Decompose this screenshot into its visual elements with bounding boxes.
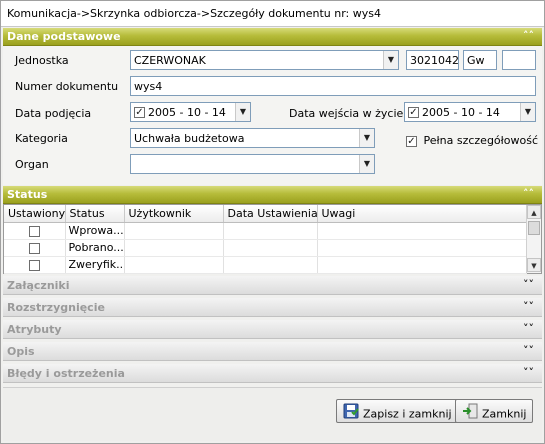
section-title: Błędy i ostrzeżenia	[7, 367, 125, 380]
section-title: Opis	[7, 345, 35, 358]
status-grid: Ustawiony Status Użytkownik Data Ustawie…	[3, 204, 542, 274]
user-cell	[124, 239, 224, 257]
exit-icon	[462, 403, 478, 422]
jednostka-type-value: Gw	[467, 54, 485, 67]
column-header[interactable]: Data Ustawienia	[223, 205, 318, 223]
column-header[interactable]: Uwagi	[317, 205, 527, 223]
save-icon	[343, 403, 359, 422]
section-header-status[interactable]: Status ˄˄	[3, 186, 542, 204]
notes-cell	[317, 239, 527, 257]
section-opis[interactable]: Opis ˅˅	[3, 342, 542, 361]
data-wejscia-value: 2005 - 10 - 14	[422, 106, 500, 119]
jednostka-value: CZERWONAK	[134, 54, 206, 67]
scroll-thumb[interactable]	[528, 221, 540, 235]
notes-cell	[317, 256, 527, 274]
section-rozstrzygniecie[interactable]: Rozstrzygnięcie ˅˅	[3, 298, 542, 317]
chevron-up-double-icon[interactable]: ˄˄	[523, 187, 534, 200]
section-title: Rozstrzygnięcie	[7, 301, 105, 314]
jednostka-code-field[interactable]: 3021042	[406, 50, 459, 70]
pelna-label: Pełna szczegółowość	[423, 134, 539, 147]
document-details-window: Komunikacja->Skrzynka odbiorcza->Szczegó…	[0, 0, 545, 444]
pelna-checkbox-box[interactable]: ✓	[406, 135, 417, 147]
section-bledy-i-ostrzezenia[interactable]: Błędy i ostrzeżenia ˅˅	[3, 364, 542, 383]
numer-dokumentu-input[interactable]: wys4	[130, 76, 536, 96]
dropdown-arrow-icon[interactable]: ▼	[383, 51, 398, 69]
label-data-wejscia: Data wejścia w życie	[289, 107, 404, 120]
chevron-down-double-icon[interactable]: ˅˅	[523, 344, 534, 357]
breadcrumb: Komunikacja->Skrzynka odbiorcza->Szczegó…	[1, 1, 544, 27]
section-title: Status	[7, 188, 48, 201]
column-header[interactable]: Użytkownik	[124, 205, 224, 223]
dropdown-arrow-icon[interactable]: ▼	[235, 103, 250, 121]
status-table: Ustawiony Status Użytkownik Data Ustawie…	[4, 205, 527, 274]
dropdown-arrow-icon[interactable]: ▼	[359, 155, 374, 173]
numer-dokumentu-value: wys4	[134, 80, 163, 93]
chevron-up-double-icon[interactable]: ˄˄	[523, 29, 534, 42]
scroll-up-icon[interactable]: ▲	[527, 205, 541, 219]
user-cell	[124, 222, 224, 240]
label-numer-dokumentu: Numer dokumentu	[15, 80, 119, 93]
data-podjecia-checkbox[interactable]: ✓	[134, 106, 145, 118]
label-kategoria: Kategoria	[15, 132, 68, 145]
status-cell: Wprowa...	[65, 222, 125, 240]
data-podjecia-picker[interactable]: ✓ 2005 - 10 - 14 ▼	[130, 102, 251, 122]
date-cell	[223, 239, 318, 257]
pelna-szczegolowosc-checkbox[interactable]: ✓ Pełna szczegółowość	[406, 134, 538, 147]
section-atrybuty[interactable]: Atrybuty ˅˅	[3, 320, 542, 339]
status-cell: Zweryfik...	[65, 256, 125, 274]
chevron-down-double-icon[interactable]: ˅˅	[523, 322, 534, 335]
section-header-dane-podstawowe[interactable]: Dane podstawowe ˄˄	[3, 28, 542, 46]
dane-podstawowe-panel: Jednostka CZERWONAK ▼ 3021042 Gw Numer d…	[3, 46, 542, 185]
kategoria-combo[interactable]: Uchwała budżetowa ▼	[130, 128, 375, 148]
organ-combo[interactable]: ▼	[130, 154, 375, 174]
date-cell	[223, 222, 318, 240]
column-header[interactable]: Ustawiony	[4, 205, 66, 223]
dropdown-arrow-icon[interactable]: ▼	[359, 129, 374, 147]
chevron-down-double-icon[interactable]: ˅˅	[523, 300, 534, 313]
status-cell: Pobrano...	[65, 239, 125, 257]
section-title: Załączniki	[7, 279, 70, 292]
save-and-close-label: Zapisz i zamknij	[363, 407, 452, 421]
row-checkbox[interactable]	[28, 242, 40, 254]
chevron-down-double-icon[interactable]: ˅˅	[523, 366, 534, 379]
user-cell	[124, 256, 224, 274]
close-button[interactable]: Zamknij	[455, 399, 534, 423]
vertical-scrollbar[interactable]: ▲ ▼	[526, 205, 541, 273]
data-wejscia-checkbox[interactable]: ✓	[408, 106, 419, 118]
label-data-podjecia: Data podjęcia	[15, 107, 92, 120]
table-row[interactable]: Pobrano...	[4, 239, 527, 257]
kategoria-value: Uchwała budżetowa	[134, 132, 245, 145]
column-header[interactable]: Status	[65, 205, 125, 223]
save-and-close-button[interactable]: Zapisz i zamknij	[336, 399, 459, 423]
notes-cell	[317, 222, 527, 240]
row-checkbox[interactable]	[28, 225, 40, 237]
dropdown-arrow-icon[interactable]: ▼	[520, 103, 535, 121]
table-header-row: Ustawiony Status Użytkownik Data Ustawie…	[4, 205, 527, 223]
date-cell	[223, 256, 318, 274]
jednostka-extra-field[interactable]	[502, 50, 536, 70]
table-row[interactable]: Zweryfik...	[4, 256, 527, 274]
chevron-down-double-icon[interactable]: ˅˅	[523, 278, 534, 291]
footer-bar: Zapisz i zamknij Zamknij	[3, 387, 542, 441]
scroll-down-icon[interactable]: ▼	[527, 258, 541, 272]
jednostka-code-value: 3021042	[410, 54, 459, 67]
section-title: Dane podstawowe	[7, 30, 121, 43]
close-label: Zamknij	[482, 407, 527, 421]
data-wejscia-picker[interactable]: ✓ 2005 - 10 - 14 ▼	[404, 102, 536, 122]
jednostka-type-field[interactable]: Gw	[463, 50, 497, 70]
label-jednostka: Jednostka	[15, 54, 69, 67]
section-title: Atrybuty	[7, 323, 62, 336]
row-checkbox[interactable]	[28, 259, 40, 271]
section-zalaczniki[interactable]: Załączniki ˅˅	[3, 276, 542, 295]
label-organ: Organ	[15, 158, 49, 171]
table-row[interactable]: Wprowa...	[4, 222, 527, 240]
jednostka-combo[interactable]: CZERWONAK ▼	[130, 50, 399, 70]
data-podjecia-value: 2005 - 10 - 14	[148, 106, 226, 119]
